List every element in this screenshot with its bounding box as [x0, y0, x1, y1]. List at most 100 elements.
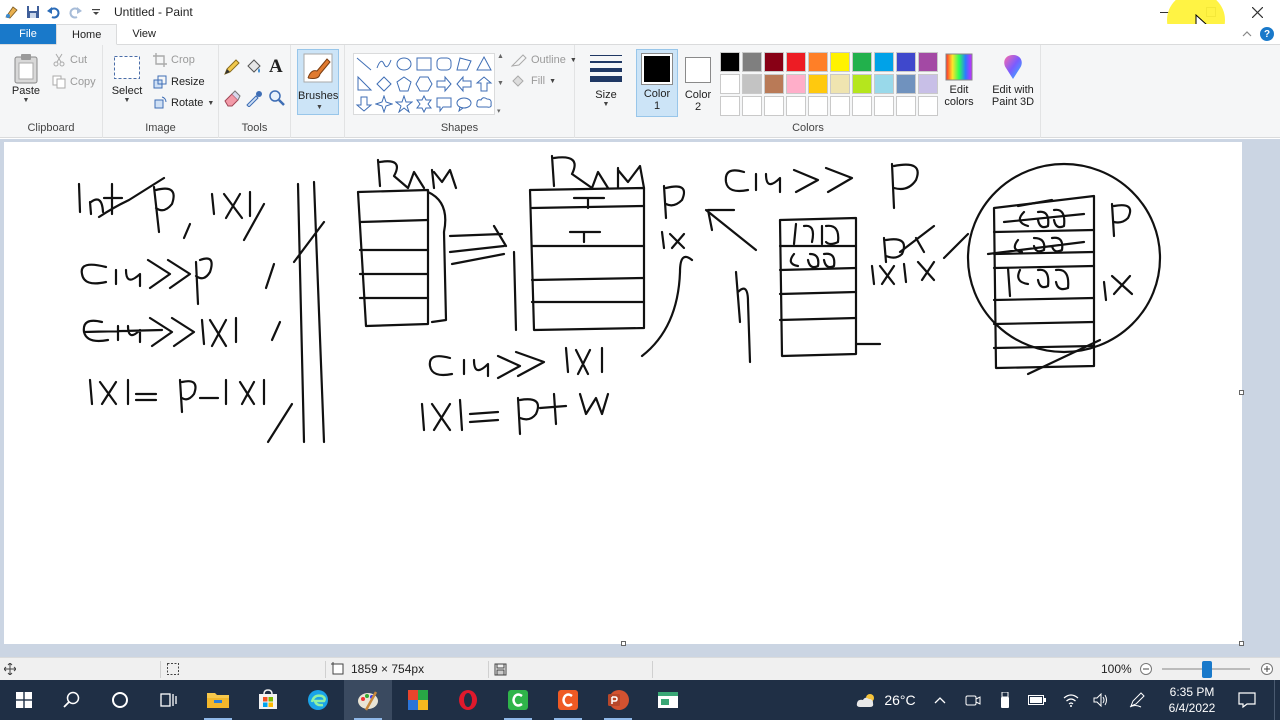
save-icon[interactable] [25, 4, 41, 20]
triangle-shape-icon[interactable] [475, 55, 493, 73]
select-button[interactable]: Select ▼ [111, 55, 143, 104]
tab-file[interactable]: File [0, 24, 56, 44]
resize-button[interactable]: Resize [153, 75, 205, 89]
color-swatch[interactable] [786, 96, 806, 116]
four-point-star-shape-icon[interactable] [375, 95, 393, 113]
down-arrow-shape-icon[interactable] [355, 95, 373, 113]
up-arrow-shape-icon[interactable] [475, 75, 493, 93]
color-swatch[interactable] [764, 74, 784, 94]
color-swatch[interactable] [786, 52, 806, 72]
rotate-button[interactable]: Rotate ▼ [153, 96, 214, 110]
color-swatch[interactable] [830, 96, 850, 116]
zoom-in-icon[interactable] [1261, 663, 1273, 675]
collapse-ribbon-icon[interactable] [1242, 30, 1252, 38]
tray-volume[interactable] [1090, 680, 1112, 720]
rounded-rectangle-shape-icon[interactable] [435, 55, 453, 73]
tab-view[interactable]: View [117, 24, 171, 44]
color-swatch[interactable] [918, 74, 938, 94]
eraser-icon[interactable] [223, 89, 241, 107]
curve-shape-icon[interactable] [375, 55, 393, 73]
shapes-gallery[interactable] [353, 53, 495, 115]
color-picker-icon[interactable] [245, 89, 263, 107]
rectangle-shape-icon[interactable] [415, 55, 433, 73]
right-triangle-shape-icon[interactable] [355, 75, 373, 93]
color-2-button[interactable]: Color 2 [680, 49, 716, 117]
color-swatch[interactable] [852, 52, 872, 72]
taskbar-camtasia[interactable] [544, 680, 592, 720]
tray-meet-now[interactable] [962, 680, 984, 720]
copy-button[interactable]: Copy [52, 75, 96, 89]
scroll-up-icon[interactable]: ▲ [497, 53, 505, 60]
color-swatch[interactable] [742, 96, 762, 116]
color-swatch[interactable] [918, 96, 938, 116]
system-clock[interactable]: 6:35 PM 6/4/2022 [1160, 684, 1224, 716]
taskbar-store[interactable] [244, 680, 292, 720]
hexagon-shape-icon[interactable] [415, 75, 433, 93]
color-swatch[interactable] [764, 52, 784, 72]
paste-button[interactable]: Paste ▼ [10, 53, 42, 104]
taskbar-edge[interactable] [294, 680, 342, 720]
taskbar-file-explorer[interactable] [194, 680, 242, 720]
taskbar-opera[interactable] [444, 680, 492, 720]
color-swatch[interactable] [786, 74, 806, 94]
color-swatch[interactable] [874, 96, 894, 116]
taskbar-camtasia-recorder[interactable] [494, 680, 542, 720]
color-swatch[interactable] [852, 96, 872, 116]
shapes-gallery-scroll[interactable]: ▲ ▼ ▾ [497, 53, 505, 115]
color-1-button[interactable]: Color 1 [636, 49, 678, 117]
color-swatch[interactable] [896, 96, 916, 116]
color-swatch[interactable] [720, 74, 740, 94]
scroll-down-icon[interactable]: ▼ [497, 80, 505, 87]
cortana-button[interactable] [96, 680, 144, 720]
color-palette[interactable] [720, 52, 938, 116]
tray-usb[interactable] [994, 680, 1016, 720]
show-desktop-button[interactable] [1274, 680, 1280, 720]
resize-handle-corner[interactable] [1239, 641, 1244, 646]
color-swatch[interactable] [896, 74, 916, 94]
color-swatch[interactable] [874, 52, 894, 72]
pencil-icon[interactable] [223, 58, 241, 76]
color-swatch[interactable] [830, 74, 850, 94]
edit-colors-button[interactable]: Edit colors [942, 53, 976, 108]
tray-battery[interactable] [1026, 680, 1048, 720]
six-point-star-shape-icon[interactable] [415, 95, 433, 113]
color-swatch[interactable] [808, 74, 828, 94]
undo-icon[interactable] [46, 4, 62, 20]
resize-handle-bottom[interactable] [621, 641, 626, 646]
pentagon-shape-icon[interactable] [395, 75, 413, 93]
tab-home[interactable]: Home [56, 24, 118, 45]
five-point-star-shape-icon[interactable] [395, 95, 413, 113]
weather-widget[interactable]: 26°C [852, 680, 920, 720]
size-button[interactable]: Size ▼ [584, 53, 628, 108]
expand-gallery-icon[interactable]: ▾ [497, 107, 505, 115]
zoom-out-icon[interactable] [1140, 663, 1152, 675]
cloud-callout-shape-icon[interactable] [475, 95, 493, 113]
taskbar-window-app[interactable] [644, 680, 692, 720]
tray-pen[interactable] [1126, 680, 1148, 720]
outline-button[interactable]: Outline ▼ [511, 53, 577, 67]
start-button[interactable] [0, 680, 48, 720]
close-button[interactable] [1234, 0, 1280, 24]
crop-button[interactable]: Crop [153, 53, 195, 67]
color-swatch[interactable] [808, 96, 828, 116]
fill-bucket-icon[interactable] [245, 58, 263, 76]
brushes-button[interactable]: Brushes ▼ [297, 49, 339, 115]
drawing-canvas[interactable] [4, 142, 1244, 646]
color-swatch[interactable] [742, 74, 762, 94]
polygon-shape-icon[interactable] [455, 55, 473, 73]
color-swatch[interactable] [720, 52, 740, 72]
oval-callout-shape-icon[interactable] [455, 95, 473, 113]
show-hidden-icons-button[interactable] [930, 680, 950, 720]
color-swatch[interactable] [742, 52, 762, 72]
oval-shape-icon[interactable] [395, 55, 413, 73]
taskbar-office[interactable] [394, 680, 442, 720]
resize-handle-right[interactable] [1239, 390, 1244, 395]
tray-network[interactable] [1060, 680, 1082, 720]
color-swatch[interactable] [918, 52, 938, 72]
edit-with-paint3d-button[interactable]: Edit with Paint 3D [986, 53, 1040, 108]
task-view-button[interactable] [144, 680, 192, 720]
zoom-slider-thumb[interactable] [1202, 661, 1212, 678]
rectangular-callout-shape-icon[interactable] [435, 95, 453, 113]
line-shape-icon[interactable] [355, 55, 373, 73]
color-swatch[interactable] [852, 74, 872, 94]
